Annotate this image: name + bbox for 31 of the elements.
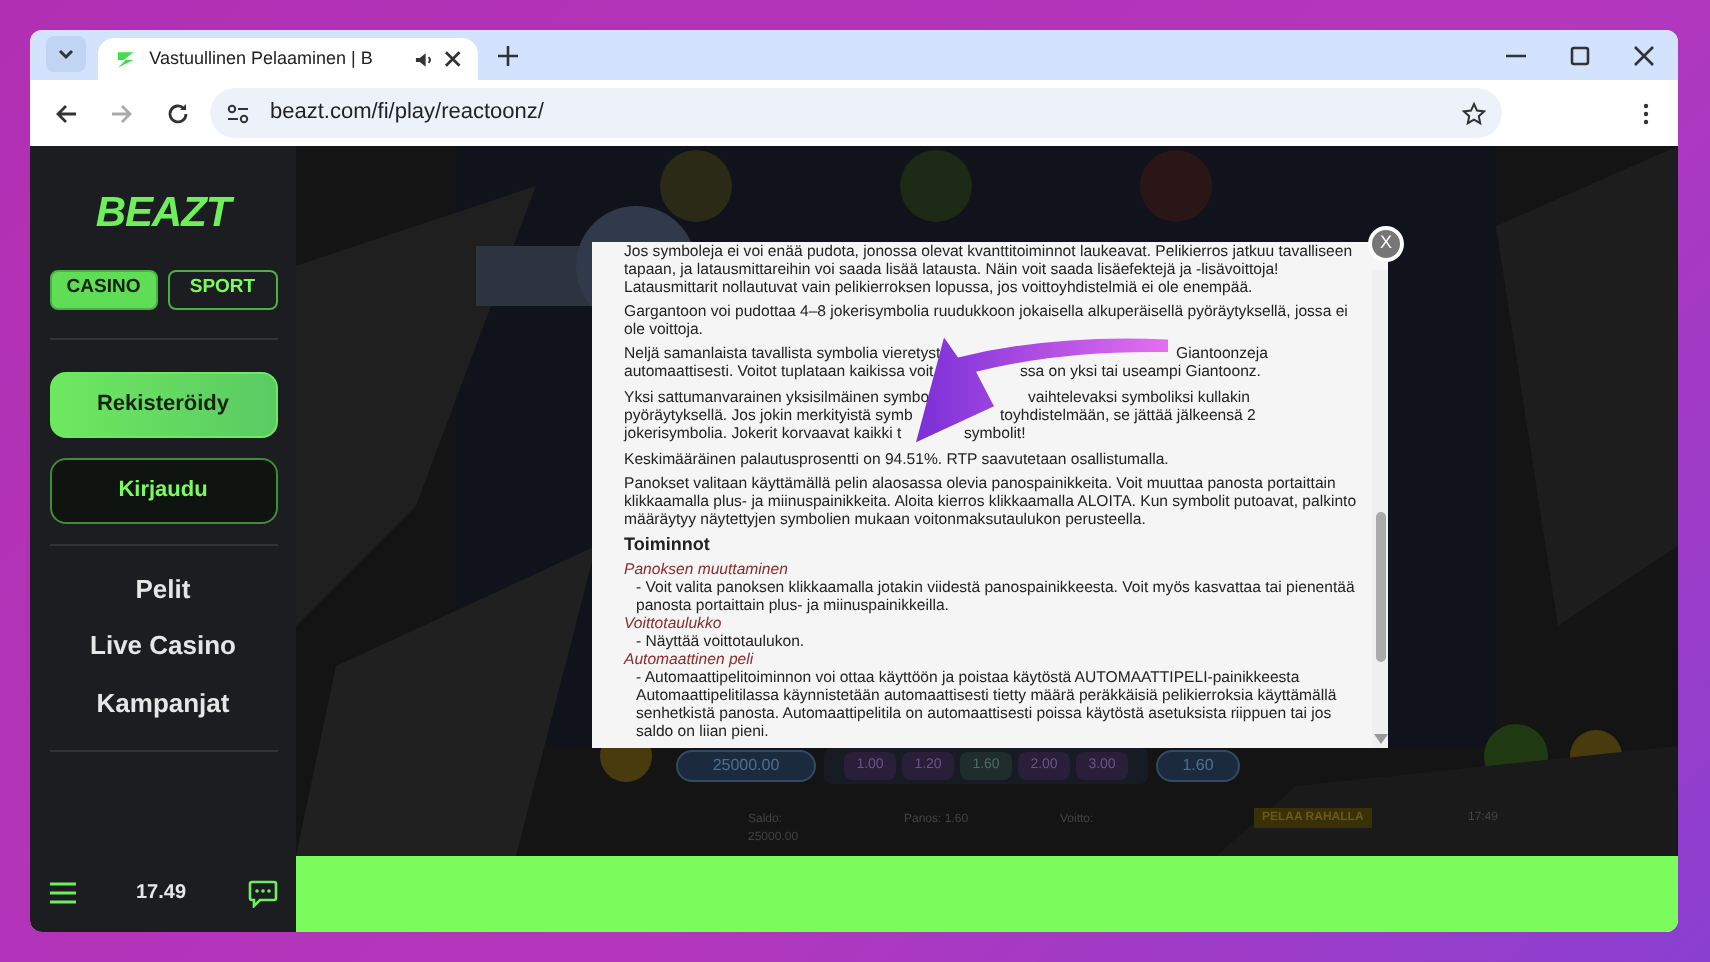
nav-link[interactable]: Pelit (135, 569, 191, 608)
reload-icon[interactable] (166, 101, 190, 125)
nav-link[interactable]: Kampanjat (96, 683, 230, 722)
new-tab-icon[interactable] (498, 46, 518, 66)
chat-icon[interactable] (247, 879, 277, 907)
browser-tab[interactable]: Vastuullinen Pelaaminen | B (98, 38, 478, 80)
bet-field: 1.60 (1156, 750, 1240, 782)
scrollbar[interactable] (1372, 270, 1388, 748)
login-button[interactable]: Kirjaudu (49, 457, 277, 523)
address-field[interactable]: beazt.com/fi/play/reactoonz/ (210, 88, 1502, 138)
more-menu-icon[interactable] (1642, 101, 1650, 125)
site-favicon-icon (114, 47, 138, 71)
bookmark-star-icon[interactable] (1462, 101, 1486, 125)
brand-logo: BEAZT (95, 188, 231, 240)
nav-link[interactable]: Live Casino (90, 626, 236, 665)
speaker-icon[interactable] (413, 49, 433, 69)
maximize-icon[interactable] (1570, 46, 1590, 66)
tab-title: Vastuullinen Pelaaminen | B (149, 45, 375, 72)
menu-icon[interactable] (49, 882, 75, 904)
site-settings-icon[interactable] (226, 101, 250, 125)
balance-field: 25000.00 (676, 750, 816, 782)
close-icon[interactable] (1634, 46, 1654, 66)
close-icon[interactable] (444, 50, 462, 68)
register-button[interactable]: Rekisteröidy (49, 371, 277, 437)
clock-time: 17.49 (135, 880, 187, 908)
tab-list-button[interactable] (46, 36, 86, 72)
chevron-icon (56, 44, 76, 64)
back-icon[interactable] (54, 101, 78, 125)
section-tab[interactable]: SPORT (168, 269, 277, 309)
section-heading: Toiminnot (624, 534, 712, 554)
section-tab[interactable]: CASINO (49, 269, 158, 309)
